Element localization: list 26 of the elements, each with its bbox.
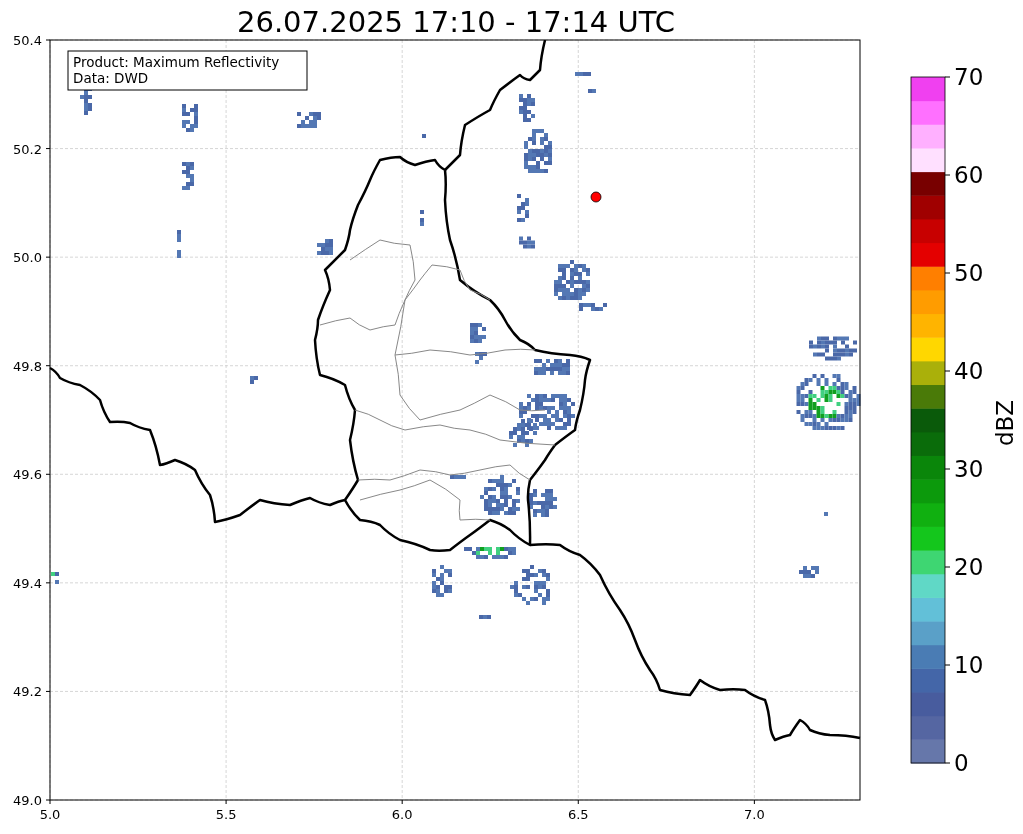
colorbar-tick-label: 30 bbox=[954, 456, 984, 482]
axis-tick-label: 6.5 bbox=[567, 807, 589, 822]
colorbar-tick-label: 40 bbox=[954, 358, 984, 384]
axis-tick-label: 49.0 bbox=[13, 793, 42, 808]
colorbar-tick-label: 70 bbox=[954, 64, 984, 90]
axis-tick-label: 5.0 bbox=[39, 807, 61, 822]
colorbar-tick-label: 10 bbox=[954, 652, 984, 678]
axis-tick-label: 5.5 bbox=[215, 807, 237, 822]
axis-tick-label: 49.6 bbox=[13, 467, 42, 483]
legend-text: Product: Maximum Reflectivity bbox=[73, 54, 280, 70]
axis-tick-label: 49.8 bbox=[13, 358, 42, 374]
colorbar-tick-label: 20 bbox=[954, 554, 984, 580]
colorbar-tick-label: 0 bbox=[954, 750, 969, 776]
station-marker bbox=[590, 191, 602, 203]
axis-tick-label: 50.4 bbox=[13, 33, 42, 48]
axis-tick-label: 49.2 bbox=[13, 684, 42, 700]
axis-tick-label: 6.0 bbox=[391, 807, 413, 822]
legend-text: Data: DWD bbox=[73, 70, 149, 86]
colorbar-tick-label: 50 bbox=[954, 260, 984, 286]
axis-tick-label: 50.0 bbox=[13, 250, 42, 266]
chart-title: 26.07.2025 17:10 - 17:14 UTC bbox=[237, 5, 675, 39]
axis-tick-label: 50.2 bbox=[13, 141, 42, 157]
axis-tick-label: 7.0 bbox=[744, 807, 765, 822]
colorbar-tick-label: 60 bbox=[954, 162, 984, 188]
axis-tick-label: 49.4 bbox=[13, 575, 42, 591]
colorbar-label: dBZ bbox=[992, 399, 1018, 447]
